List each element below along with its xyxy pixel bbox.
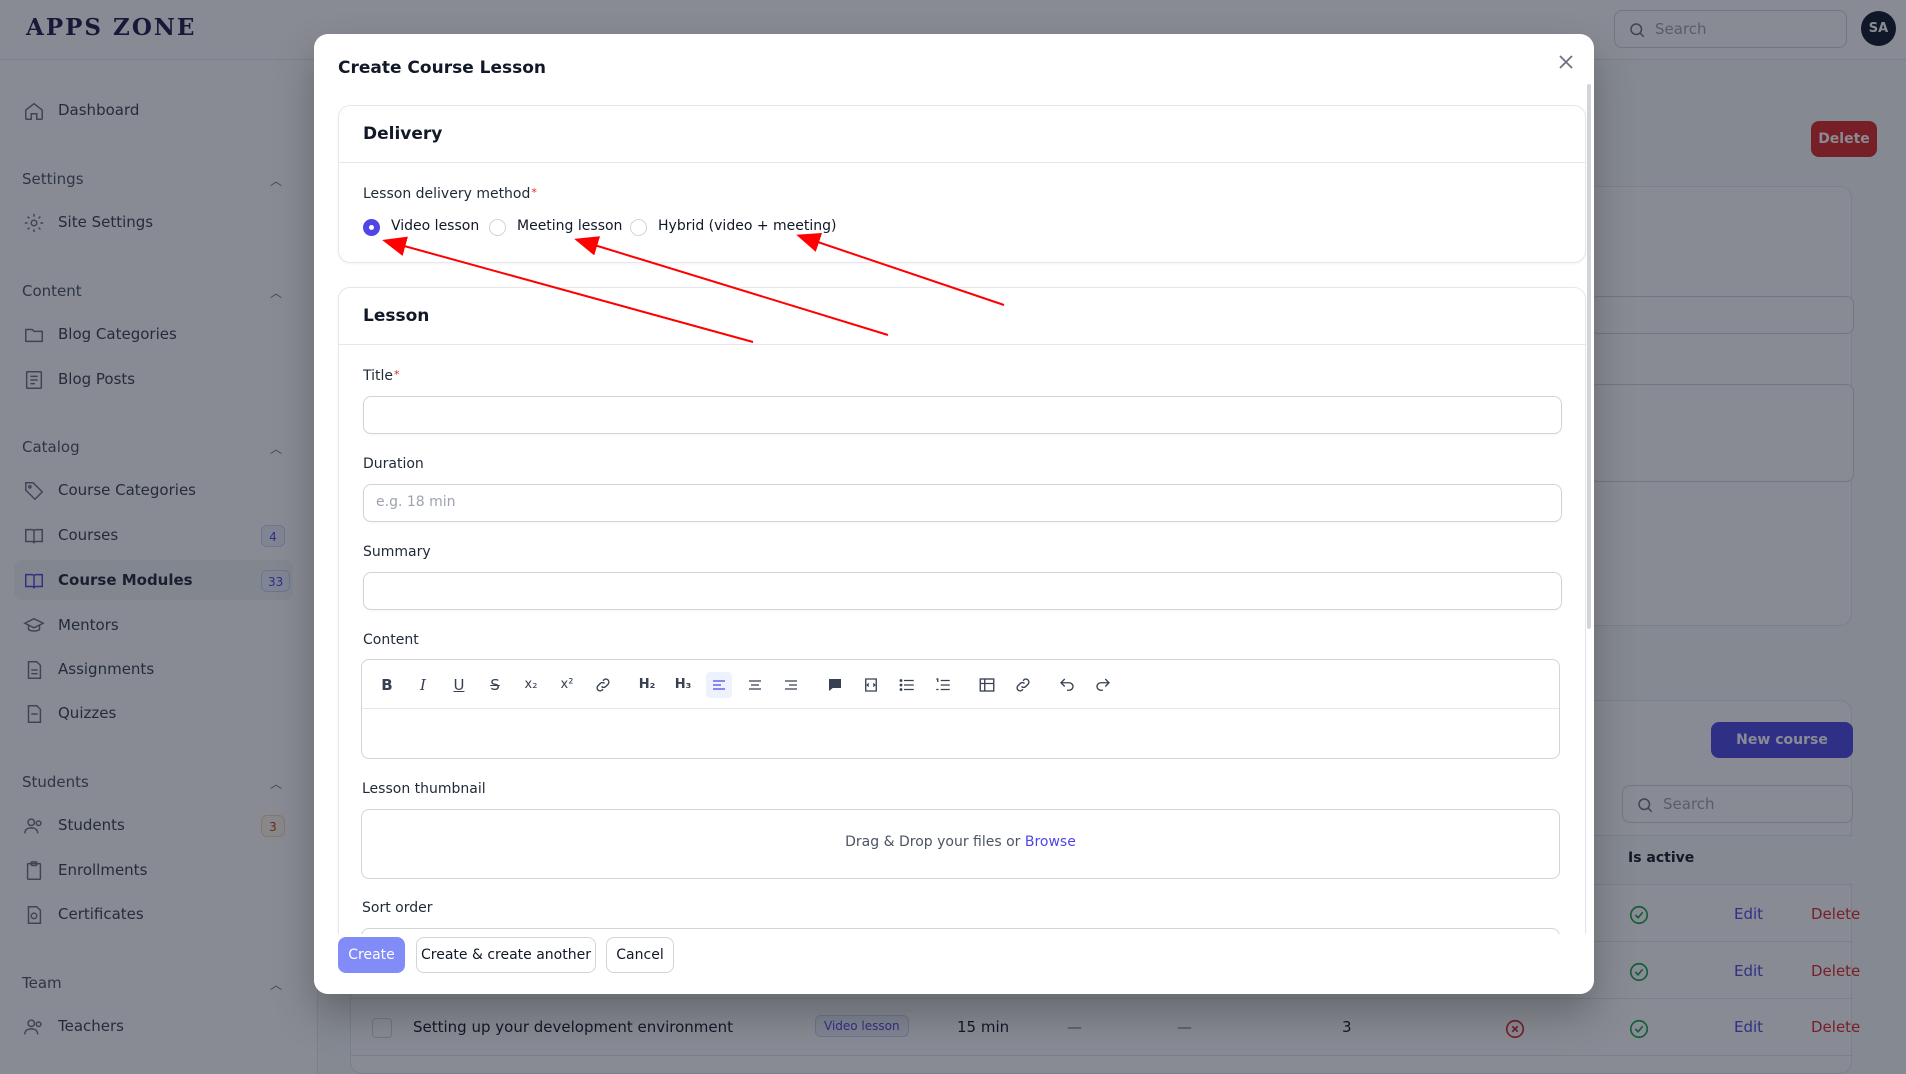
editor-toolbar: B I U S x₂ x² H₂ H₃	[362, 660, 1559, 709]
radio-label[interactable]: Meeting lesson	[517, 218, 622, 234]
title-label: Title*	[363, 368, 400, 384]
align-center-icon[interactable]	[742, 672, 768, 698]
summary-input[interactable]	[363, 572, 1562, 610]
dropzone-instructions: Drag & Drop your files or	[845, 834, 1025, 850]
undo-icon[interactable]	[1054, 672, 1080, 698]
underline-icon[interactable]: U	[446, 672, 472, 698]
create-course-lesson-modal: Create Course Lesson Delivery Lesson del…	[314, 34, 1594, 994]
browse-link[interactable]: Browse	[1025, 834, 1076, 850]
content-editor[interactable]: B I U S x₂ x² H₂ H₃	[361, 659, 1560, 759]
superscript-icon[interactable]: x²	[554, 672, 580, 698]
label-text: Lesson delivery method	[363, 186, 531, 202]
radio-button[interactable]	[489, 219, 506, 236]
close-icon[interactable]	[1554, 50, 1578, 74]
link-icon[interactable]	[590, 672, 616, 698]
thumbnail-dropzone[interactable]: Drag & Drop your files or Browse	[361, 809, 1560, 879]
required-mark: *	[531, 186, 537, 199]
required-mark: *	[394, 368, 400, 381]
section-heading: Lesson	[339, 288, 1585, 345]
section-heading: Delivery	[339, 106, 1585, 163]
align-right-icon[interactable]	[778, 672, 804, 698]
delivery-method-label: Lesson delivery method*	[363, 186, 537, 202]
create-another-button[interactable]: Create & create another	[416, 937, 596, 973]
code-block-icon[interactable]	[858, 672, 884, 698]
radio-label[interactable]: Hybrid (video + meeting)	[658, 218, 836, 234]
h2-icon[interactable]: H₂	[634, 672, 660, 698]
ordered-list-icon[interactable]	[930, 672, 956, 698]
radio-label[interactable]: Video lesson	[391, 218, 479, 234]
title-input[interactable]	[363, 396, 1562, 434]
duration-label: Duration	[363, 456, 424, 472]
bullet-list-icon[interactable]	[894, 672, 920, 698]
dropzone-text: Drag & Drop your files or Browse	[362, 834, 1559, 850]
duration-placeholder: e.g. 18 min	[376, 494, 456, 510]
lesson-section: Lesson Title* Duration e.g. 18 min Summa…	[338, 287, 1586, 994]
modal-scrollbar[interactable]	[1587, 84, 1591, 629]
delivery-section: Delivery Lesson delivery method* Video l…	[338, 105, 1586, 263]
table-icon[interactable]	[974, 672, 1000, 698]
redo-icon[interactable]	[1090, 672, 1116, 698]
content-label: Content	[363, 632, 419, 648]
cancel-button[interactable]: Cancel	[606, 937, 674, 973]
duration-input[interactable]: e.g. 18 min	[363, 484, 1562, 522]
thumbnail-label: Lesson thumbnail	[362, 781, 486, 797]
align-left-icon[interactable]	[706, 672, 732, 698]
label-text: Title	[363, 368, 394, 384]
bold-icon[interactable]: B	[374, 672, 400, 698]
blockquote-icon[interactable]	[822, 672, 848, 698]
radio-button[interactable]	[630, 219, 647, 236]
sort-order-label: Sort order	[362, 900, 433, 916]
attach-link-icon[interactable]	[1010, 672, 1036, 698]
italic-icon[interactable]: I	[410, 672, 436, 698]
summary-label: Summary	[363, 544, 431, 560]
modal-title: Create Course Lesson	[338, 58, 547, 78]
radio-button[interactable]	[363, 219, 380, 236]
h3-icon[interactable]: H₃	[670, 672, 696, 698]
create-button[interactable]: Create	[338, 937, 405, 973]
strike-icon[interactable]: S	[482, 672, 508, 698]
subscript-icon[interactable]: x₂	[518, 672, 544, 698]
